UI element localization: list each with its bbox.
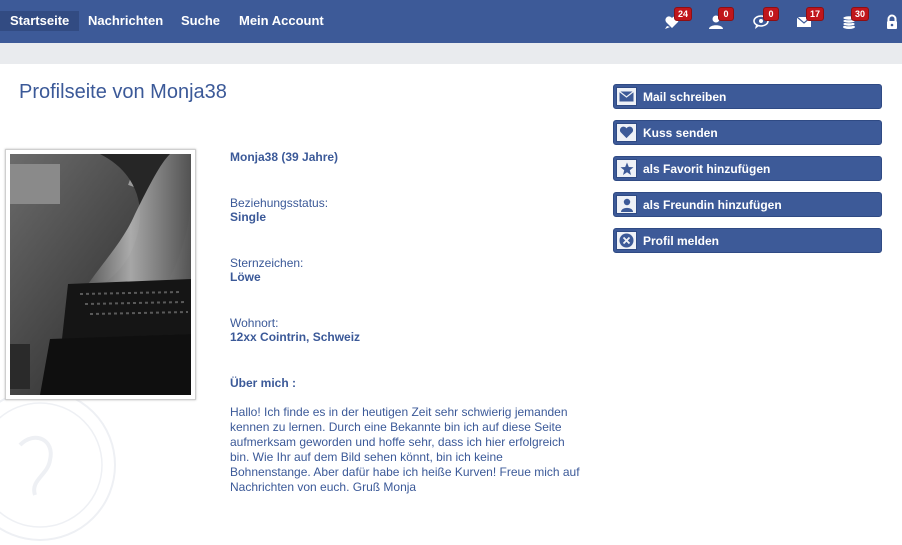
- relationship-label: Beziehungsstatus:: [230, 196, 329, 210]
- notification-badge: 0: [763, 7, 779, 21]
- mail-write-label: Mail schreiben: [643, 90, 727, 104]
- mail-write-button[interactable]: Mail schreiben: [613, 84, 882, 109]
- location-value: 12xx Cointrin, Schweiz: [230, 330, 361, 344]
- user-icon: [616, 195, 637, 214]
- send-kiss-label: Kuss senden: [643, 126, 718, 140]
- about-text: Hallo! Ich finde es in der heutigen Zeit…: [230, 405, 580, 494]
- close-circle-icon: [616, 231, 637, 250]
- zodiac-value: Löwe: [230, 270, 261, 284]
- nav-nachrichten[interactable]: Nachrichten: [78, 11, 173, 31]
- notification-coins[interactable]: 30: [837, 7, 870, 34]
- notification-badge: 0: [718, 7, 734, 21]
- notification-kisses[interactable]: 24: [660, 7, 693, 34]
- report-profile-button[interactable]: Profil melden: [613, 228, 882, 253]
- sub-navbar: [0, 43, 902, 64]
- nav-suche[interactable]: Suche: [171, 11, 230, 31]
- profile-photo[interactable]: [5, 149, 196, 400]
- send-kiss-button[interactable]: Kuss senden: [613, 120, 882, 145]
- profile-name-age: Monja38 (39 Jahre): [230, 150, 339, 164]
- lock-icon: [887, 14, 897, 29]
- add-favorite-button[interactable]: als Favorit hinzufügen: [613, 156, 882, 181]
- notification-badge: 24: [674, 7, 693, 21]
- relationship-value: Single: [230, 210, 267, 224]
- add-friend-label: als Freundin hinzufügen: [643, 198, 782, 212]
- top-navbar: Startseite Nachrichten Suche Mein Accoun…: [0, 0, 902, 43]
- logout-lock[interactable]: [880, 8, 902, 34]
- watermark-seal: [0, 389, 116, 541]
- heart-icon: [616, 123, 637, 142]
- location-label: Wohnort:: [230, 316, 279, 330]
- add-favorite-label: als Favorit hinzufügen: [643, 162, 771, 176]
- nav-startseite[interactable]: Startseite: [0, 11, 80, 31]
- star-icon: [616, 159, 637, 178]
- notification-visitors[interactable]: 0: [749, 7, 779, 34]
- notification-messages[interactable]: 17: [792, 7, 825, 34]
- about-label: Über mich :: [230, 376, 297, 390]
- report-profile-label: Profil melden: [643, 234, 720, 248]
- notification-badge: 17: [806, 7, 825, 21]
- envelope-icon: [616, 87, 637, 106]
- page-title: Profilseite von Monja38: [19, 81, 227, 103]
- profile-photo-image: [10, 154, 191, 395]
- notification-badge: 30: [851, 7, 870, 21]
- zodiac-label: Sternzeichen:: [230, 256, 304, 270]
- notification-friends[interactable]: 0: [704, 7, 734, 34]
- add-friend-button[interactable]: als Freundin hinzufügen: [613, 192, 882, 217]
- nav-mein-account[interactable]: Mein Account: [229, 11, 334, 31]
